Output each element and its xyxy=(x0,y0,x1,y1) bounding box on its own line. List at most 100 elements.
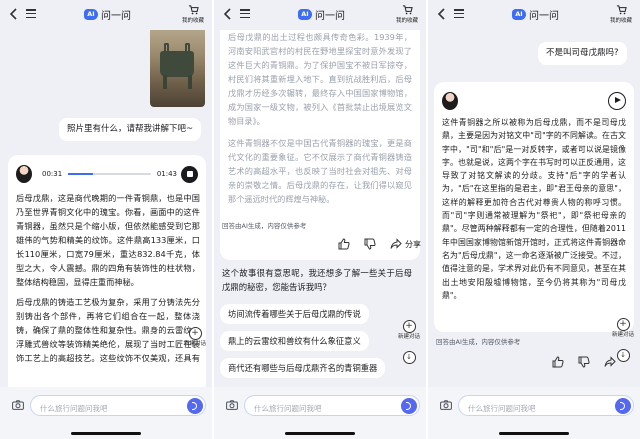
favorites-button[interactable]: 我的收藏 xyxy=(179,4,207,24)
menu-icon[interactable] xyxy=(240,9,250,19)
input-bar xyxy=(428,387,640,439)
favorites-button[interactable]: 我的收藏 xyxy=(393,4,421,24)
answer-paragraph: 后母戊鼎的出土过程也颇具传奇色彩。1939年，河南安阳武官村的村民在野地里探宝时… xyxy=(228,32,412,126)
plus-icon: + xyxy=(188,327,202,340)
message-input-box xyxy=(458,395,634,418)
brand-name: 问一问 xyxy=(101,10,131,22)
brand: AI 问一问 xyxy=(512,6,559,22)
thumbs-down-icon[interactable] xyxy=(364,238,376,250)
share-button[interactable]: 分享 xyxy=(390,238,421,250)
answer-paragraph: 这件青铜器之所以被称为后母戊鼎，而不是司母戊鼎，主要是因为对铭文中"司"字的不同… xyxy=(442,118,626,300)
thumbs-down-icon[interactable] xyxy=(578,356,590,368)
message-input[interactable] xyxy=(254,399,394,418)
cart-icon xyxy=(188,5,199,15)
audio-current-time: 00:31 xyxy=(42,170,63,178)
audio-progress-fill xyxy=(68,173,93,175)
chat-screen-2: AI 问一问 我的收藏 后母戊鼎的出土过程也颇具传奇色彩。1939年，河南安阳武… xyxy=(214,0,426,439)
top-bar: AI 问一问 我的收藏 xyxy=(0,0,212,30)
cart-icon xyxy=(402,5,413,15)
home-indicator xyxy=(499,432,569,435)
brand-name: 问一问 xyxy=(529,10,559,22)
new-chat-button[interactable]: + 新建对话 xyxy=(184,327,206,348)
voice-send-button[interactable] xyxy=(401,398,417,414)
answer-paragraph: 这件青铜器不仅是中国古代青铜器的瑰宝，更是商代文化的重要象征。它不仅展示了商代青… xyxy=(228,138,412,204)
voice-send-button[interactable] xyxy=(615,398,631,414)
photo-detail xyxy=(163,75,167,89)
user-message: 照片里有什么，请帮我讲解下吧~ xyxy=(59,118,202,141)
stop-button[interactable] xyxy=(181,165,198,183)
answer-text: 后母戊鼎，这是商代晚期的一件青铜鼎，也是中国乃至世界青铜文化中的瑰宝。你看，画面… xyxy=(16,191,200,365)
answer-paragraph: 后母戊鼎的铸造工艺极为复杂，采用了分铸法先分别铸出各个部件，再将它们组合在一起，… xyxy=(16,297,200,363)
new-chat-label: 新建对话 xyxy=(612,332,635,338)
input-bar xyxy=(214,387,426,439)
answer-card: 00:31 01:43 后母戊鼎，这是商代晚期的一件青铜鼎，也是中国乃至世界青铜… xyxy=(8,155,206,395)
home-indicator xyxy=(71,432,141,435)
favorites-label: 我的收藏 xyxy=(609,18,632,24)
chat-screen-3: AI 问一问 我的收藏 不是叫司母戊鼎吗? 这件青铜器之所以被称为后母戊鼎，而不… xyxy=(428,0,640,439)
audio-total-time: 01:43 xyxy=(156,170,177,178)
suggestion-chip[interactable]: 坊间流传着哪些关于后母戊鼎的传说 xyxy=(220,304,369,324)
chat-screen-1: AI 问一问 我的收藏 照片里有什么，请帮我讲解下吧~ 00:31 01:43 xyxy=(0,0,212,439)
new-chat-button[interactable]: + 新建对话 xyxy=(612,318,634,339)
user-message: 不是叫司母戊鼎吗? xyxy=(538,42,627,65)
audio-player: 00:31 01:43 xyxy=(16,163,198,185)
brand-logo: AI xyxy=(298,8,312,20)
suggestion-chip[interactable]: 商代还有哪些与后母戊鼎齐名的青铜重器 xyxy=(220,358,386,378)
answer-paragraph: 后母戊鼎，这是商代晚期的一件青铜鼎，也是中国乃至世界青铜文化中的瑰宝。你看，画面… xyxy=(16,193,200,287)
brand: AI 问一问 xyxy=(298,6,345,22)
input-bar xyxy=(0,387,212,439)
message-input[interactable] xyxy=(468,399,608,418)
message-input[interactable] xyxy=(40,399,180,418)
ai-disclaimer: 回答由AI生成，内容仅供参考 xyxy=(436,338,521,346)
favorites-label: 我的收藏 xyxy=(181,18,204,24)
camera-icon[interactable] xyxy=(226,400,238,410)
thumbs-up-icon[interactable] xyxy=(338,238,350,250)
avatar xyxy=(16,165,32,183)
screens: AI 问一问 我的收藏 照片里有什么，请帮我讲解下吧~ 00:31 01:43 xyxy=(0,0,640,439)
side-actions: + 新建对话 ↓ xyxy=(398,320,420,364)
brand-logo: AI xyxy=(512,8,526,20)
brand-name: 问一问 xyxy=(315,10,345,22)
favorites-button[interactable]: 我的收藏 xyxy=(607,4,635,24)
menu-icon[interactable] xyxy=(26,9,36,19)
message-input-box xyxy=(30,395,206,418)
cart-icon xyxy=(616,5,627,15)
top-bar: AI 问一问 我的收藏 xyxy=(428,0,640,30)
photo-detail xyxy=(160,51,194,77)
new-chat-label: 新建对话 xyxy=(398,334,421,340)
favorites-label: 我的收藏 xyxy=(395,18,418,24)
audio-progress[interactable] xyxy=(68,173,151,175)
side-actions: + 新建对话 ↓ xyxy=(612,318,634,362)
scroll-down-icon[interactable]: ↓ xyxy=(402,351,416,364)
share-icon xyxy=(390,238,402,249)
camera-icon[interactable] xyxy=(440,400,452,410)
plus-icon: + xyxy=(402,320,416,333)
back-icon[interactable] xyxy=(437,8,447,20)
uploaded-photo[interactable] xyxy=(150,27,205,107)
brand: AI 问一问 xyxy=(84,6,131,22)
side-actions: + 新建对话 xyxy=(184,327,206,348)
answer-card: 这件青铜器之所以被称为后母戊鼎，而不是司母戊鼎，主要是因为对铭文中"司"字的不同… xyxy=(434,82,634,332)
ai-disclaimer: 回答由AI生成，内容仅供参考 xyxy=(222,222,307,230)
feedback-actions xyxy=(552,356,616,368)
share-label: 分享 xyxy=(405,239,421,249)
thumbs-up-icon[interactable] xyxy=(552,356,564,368)
suggestion-chip[interactable]: 鼎上的云雷纹和兽纹有什么象征意义 xyxy=(220,331,369,351)
feedback-actions: 分享 xyxy=(338,238,421,250)
answer-text: 这件青铜器之所以被称为后母戊鼎，而不是司母戊鼎，主要是因为对铭文中"司"字的不同… xyxy=(442,116,626,302)
top-bar: AI 问一问 我的收藏 xyxy=(214,0,426,30)
camera-icon[interactable] xyxy=(12,400,24,410)
photo-detail xyxy=(188,75,192,89)
back-icon[interactable] xyxy=(9,8,19,20)
play-button[interactable] xyxy=(608,92,626,110)
brand-logo: AI xyxy=(84,8,98,20)
answer-text: 后母戊鼎的出土过程也颇具传奇色彩。1939年，河南安阳武官村的村民在野地里探宝时… xyxy=(228,30,412,206)
back-icon[interactable] xyxy=(223,8,233,20)
voice-send-button[interactable] xyxy=(187,398,203,414)
new-chat-label: 新建对话 xyxy=(184,341,207,347)
home-indicator xyxy=(285,432,355,435)
menu-icon[interactable] xyxy=(454,9,464,19)
plus-icon: + xyxy=(616,318,630,331)
new-chat-button[interactable]: + 新建对话 xyxy=(398,320,420,341)
scroll-down-icon[interactable]: ↓ xyxy=(616,349,630,362)
